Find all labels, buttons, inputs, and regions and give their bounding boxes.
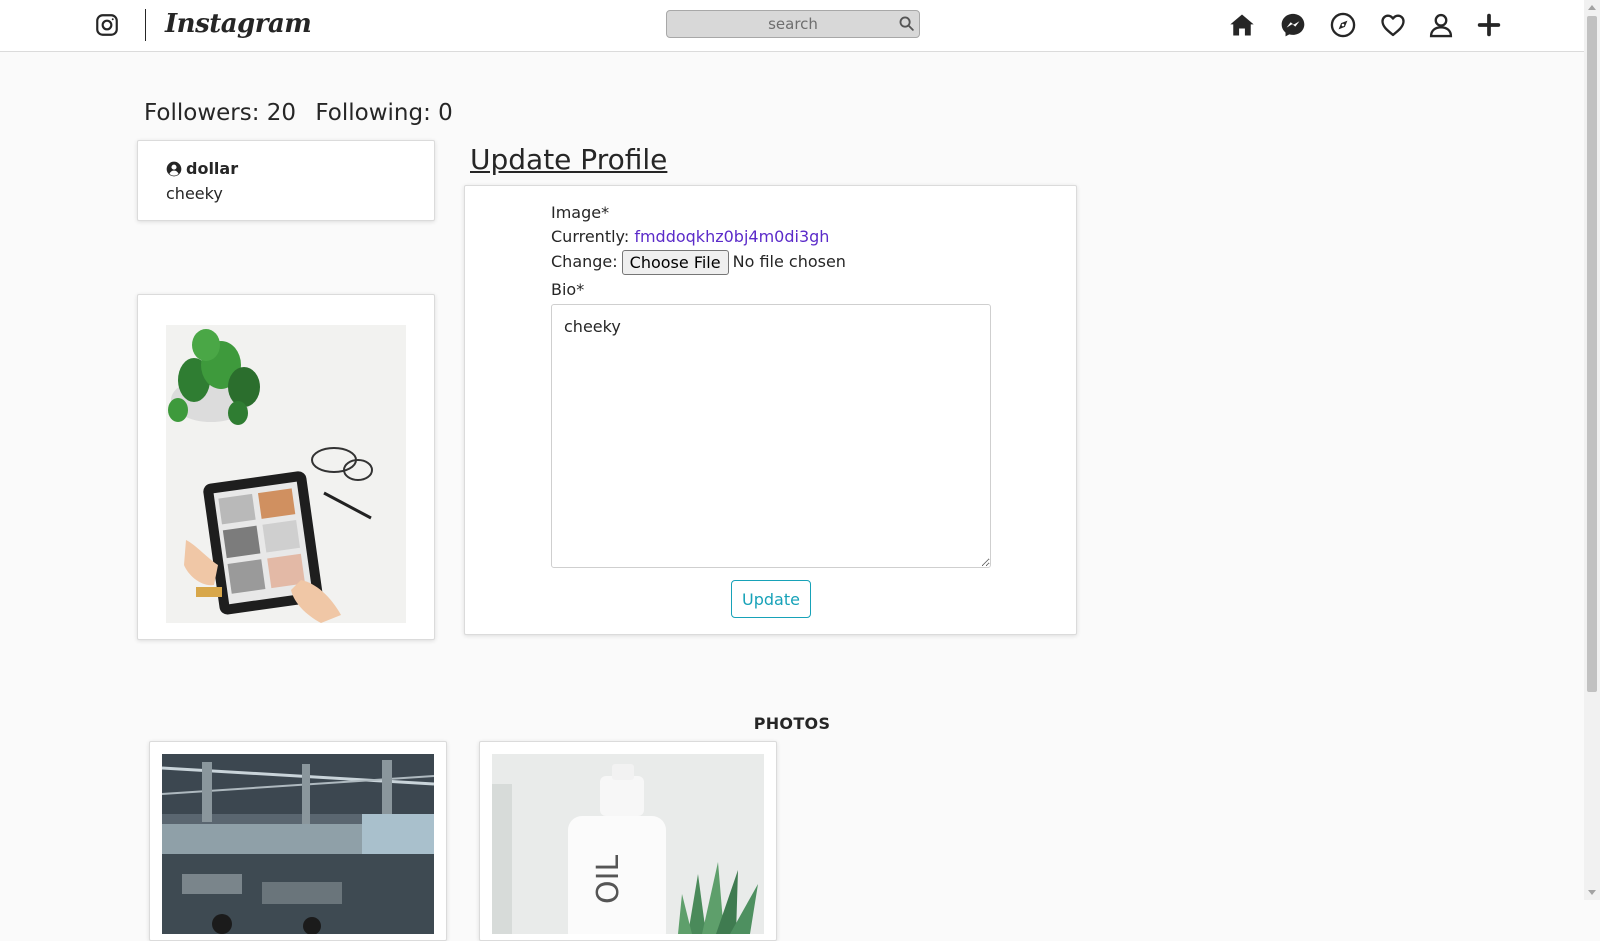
messenger-icon[interactable] (1279, 11, 1307, 39)
user-bio: cheeky (166, 184, 223, 203)
home-icon[interactable] (1228, 11, 1256, 39)
office-photo (162, 754, 434, 934)
scroll-up-arrow[interactable] (1588, 5, 1596, 10)
no-file-chosen-text: No file chosen (732, 252, 846, 271)
user-icon[interactable] (1427, 11, 1455, 39)
update-profile-title[interactable]: Update Profile (470, 143, 667, 176)
instagram-icon[interactable] (94, 12, 120, 38)
search-icon[interactable] (898, 15, 915, 32)
profile-photo-card (137, 294, 435, 640)
top-navbar: Instagram (0, 0, 1584, 52)
image-label: Image* (551, 203, 610, 222)
svg-text:OIL: OIL (591, 855, 626, 904)
username-row: dollar (166, 159, 238, 178)
choose-file-button[interactable]: Choose File (621, 250, 729, 275)
change-label: Change: (551, 252, 618, 271)
followers-count[interactable]: Followers: 20 (144, 100, 296, 126)
profile-stats: Followers: 20 Following: 0 (144, 100, 465, 126)
scroll-down-arrow[interactable] (1588, 890, 1596, 895)
photo-grid-item-1[interactable] (149, 741, 447, 941)
bio-textarea[interactable]: cheeky (551, 304, 991, 568)
heart-icon[interactable] (1379, 11, 1407, 39)
user-circle-icon (166, 161, 182, 176)
following-count[interactable]: Following: 0 (315, 100, 452, 126)
update-button[interactable]: Update (731, 580, 811, 618)
nav-divider (145, 9, 146, 41)
change-image-row: Change: Choose File No file chosen (551, 250, 846, 275)
bio-label: Bio* (551, 280, 585, 299)
search-input[interactable] (667, 11, 919, 37)
search-bar (666, 10, 920, 38)
update-profile-form: Image* Currently: fmddoqkhz0bj4m0di3gh C… (464, 185, 1077, 635)
current-image-link[interactable]: fmddoqkhz0bj4m0di3gh (634, 227, 829, 246)
photos-heading: PHOTOS (753, 714, 831, 733)
plus-icon[interactable] (1475, 11, 1503, 39)
current-image-row: Currently: fmddoqkhz0bj4m0di3gh (551, 227, 829, 246)
username: dollar (186, 159, 239, 178)
photo-grid-item-2[interactable]: OIL (479, 741, 777, 941)
brand-logo[interactable]: Instagram (165, 4, 312, 44)
profile-photo (166, 325, 406, 623)
explore-icon[interactable] (1329, 11, 1357, 39)
currently-label: Currently: (551, 227, 630, 246)
vertical-scrollbar[interactable] (1584, 0, 1600, 900)
user-info-card: dollar cheeky (137, 140, 435, 221)
oil-bottle-photo: OIL (492, 754, 764, 934)
scroll-thumb[interactable] (1587, 16, 1597, 692)
